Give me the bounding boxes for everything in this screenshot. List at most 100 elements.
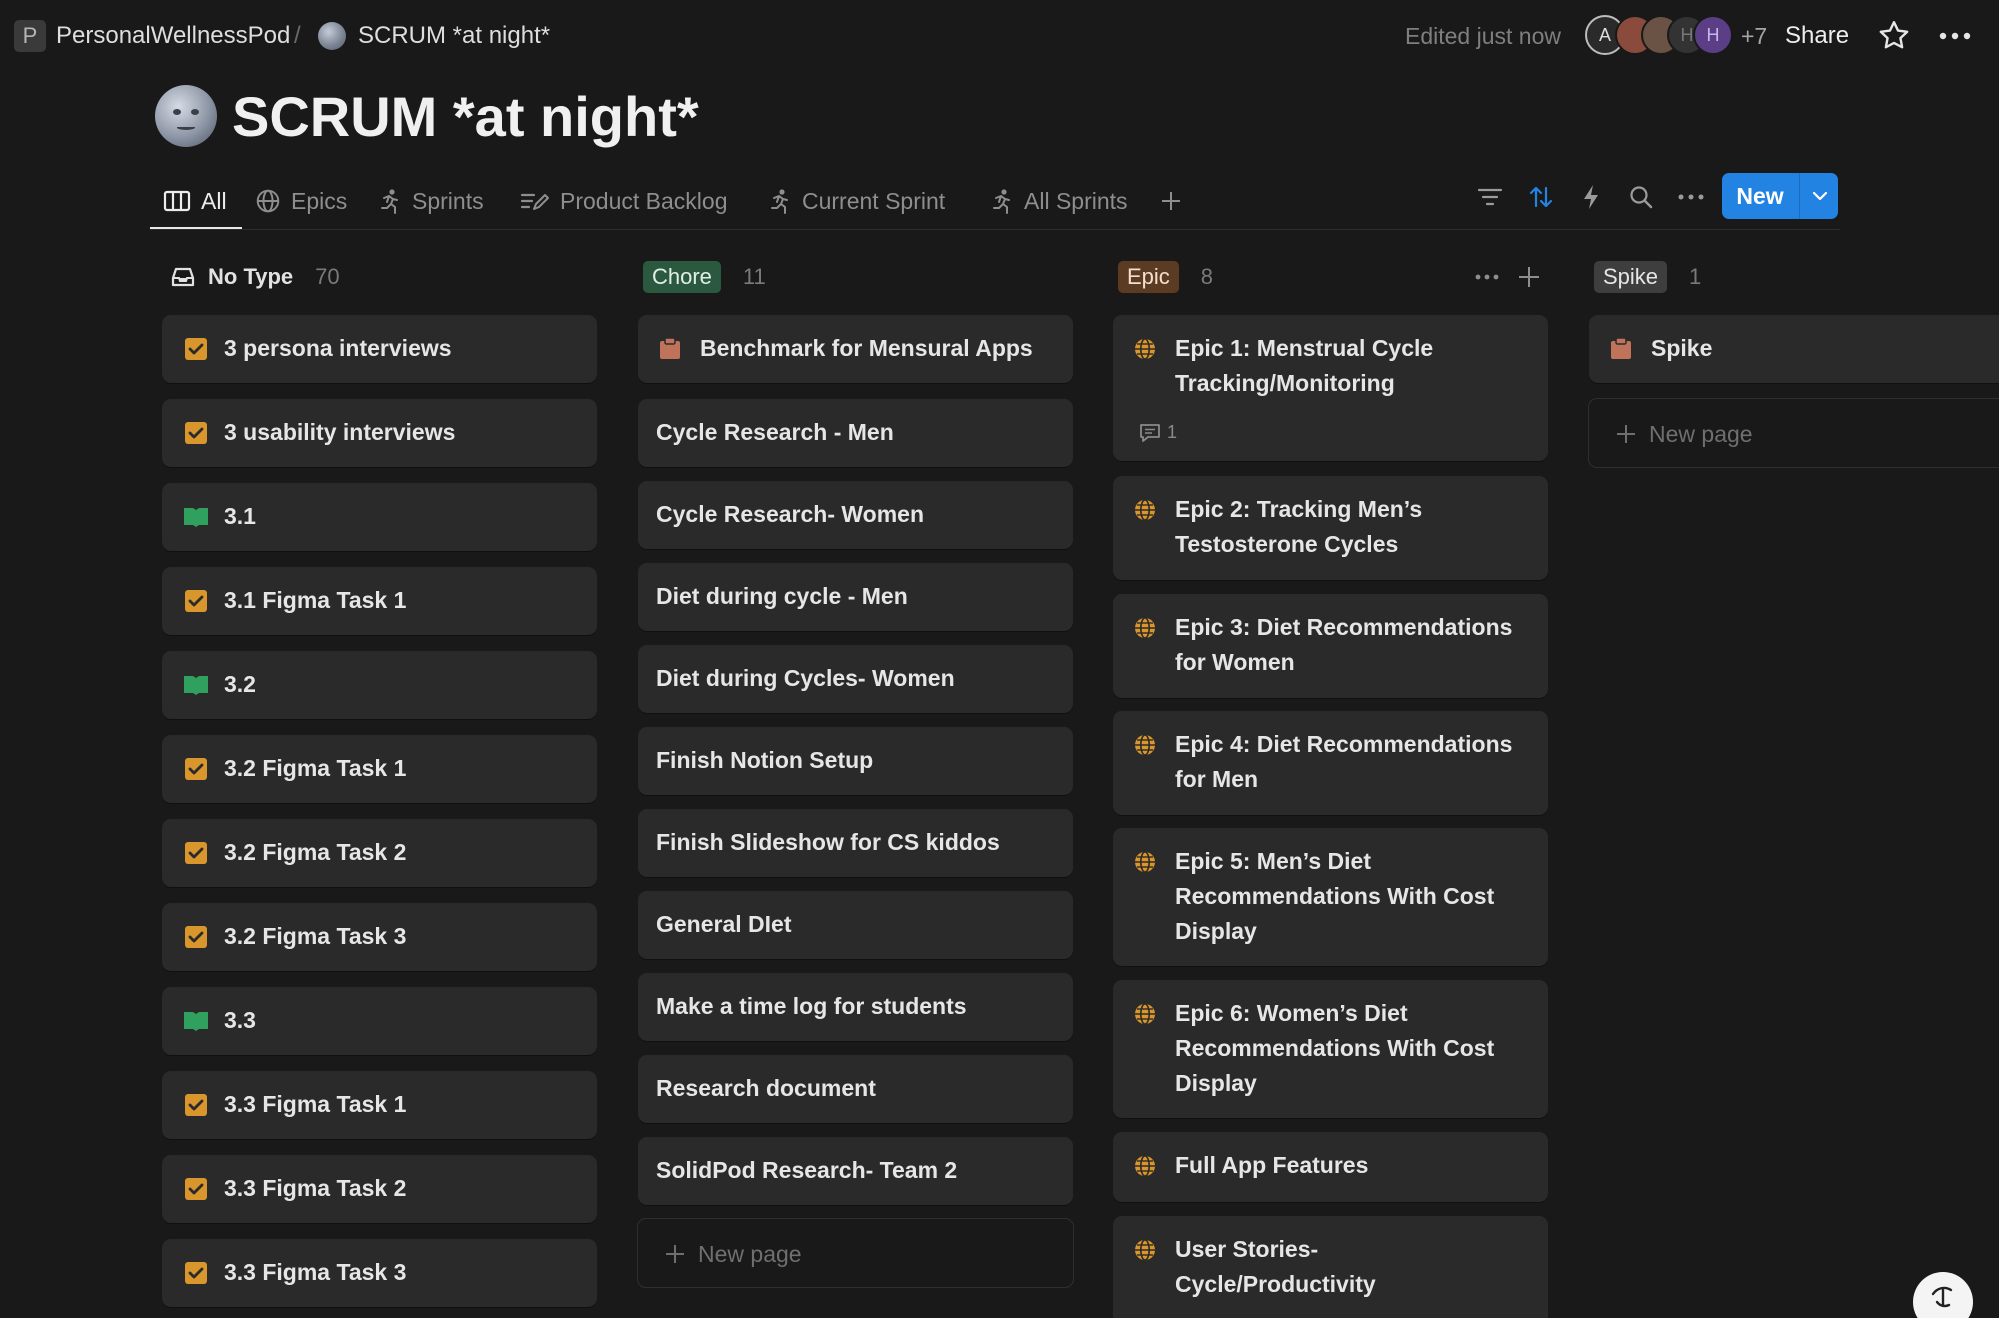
- board-card[interactable]: 3.3 Figma Task 2: [162, 1155, 597, 1223]
- board-card[interactable]: Make a time log for students: [638, 973, 1073, 1041]
- tab-label: Product Backlog: [560, 187, 728, 214]
- runner-icon: [771, 189, 788, 214]
- view-options-icon[interactable]: [1674, 180, 1708, 214]
- column-more-icon[interactable]: [1474, 262, 1500, 297]
- board-card[interactable]: Epic 5: Men’s Diet Recommendations With …: [1113, 828, 1548, 966]
- checkbox-icon[interactable]: [184, 337, 208, 361]
- board-card[interactable]: 3 persona interviews: [162, 315, 597, 383]
- column-count: 1: [1689, 264, 1702, 289]
- globe-icon: [256, 189, 280, 213]
- board-card[interactable]: 3.1 Figma Task 1: [162, 567, 597, 635]
- page-title[interactable]: SCRUM *at night*: [232, 84, 699, 150]
- board-card[interactable]: 3.2 Figma Task 1: [162, 735, 597, 803]
- column-header-epic[interactable]: Epic 8: [1118, 258, 1213, 296]
- checkbox-icon[interactable]: [184, 1093, 208, 1117]
- board-card[interactable]: 3 usability interviews: [162, 399, 597, 467]
- automation-icon[interactable]: [1574, 180, 1608, 214]
- top-bar: P PersonalWellnessPod / SCRUM *at night*…: [0, 0, 1999, 72]
- board-card[interactable]: 3.3 Figma Task 3: [162, 1239, 597, 1307]
- checkbox-icon[interactable]: [184, 757, 208, 781]
- board-card[interactable]: User Stories- Cycle/Productivity: [1113, 1216, 1548, 1318]
- new-page-button[interactable]: New page: [637, 1218, 1074, 1288]
- card-title: 3 persona interviews: [224, 335, 452, 361]
- board-card[interactable]: SolidPod Research- Team 2: [638, 1137, 1073, 1205]
- board-card[interactable]: General DIet: [638, 891, 1073, 959]
- board-card[interactable]: 3.2: [162, 651, 597, 719]
- board-card[interactable]: 3.2 Figma Task 3: [162, 903, 597, 971]
- add-view-button[interactable]: [1160, 180, 1182, 222]
- board-card[interactable]: Epic 3: Diet Recommendations for Women: [1113, 594, 1548, 698]
- tabs-divider: [150, 229, 1840, 230]
- checkbox-icon[interactable]: [184, 1177, 208, 1201]
- tab-all-sprints[interactable]: All Sprints: [990, 180, 1128, 222]
- column-count: 70: [315, 264, 340, 289]
- comment-count[interactable]: 1: [1139, 422, 1177, 443]
- sort-icon[interactable]: [1524, 180, 1558, 214]
- card-title: 3.2: [224, 671, 256, 697]
- column-title: No Type: [208, 264, 294, 289]
- card-title: Full App Features: [1175, 1152, 1369, 1178]
- board-card[interactable]: Full App Features: [1113, 1132, 1548, 1202]
- avatar[interactable]: H: [1693, 15, 1733, 55]
- column-header-no-type[interactable]: No Type 70: [170, 258, 340, 296]
- new-button[interactable]: New: [1722, 173, 1838, 219]
- card-title: 3.3 Figma Task 1: [224, 1091, 407, 1117]
- board-card[interactable]: Cycle Research - Men: [638, 399, 1073, 467]
- board-card[interactable]: Diet during cycle - Men: [638, 563, 1073, 631]
- board-card[interactable]: 3.1: [162, 483, 597, 551]
- card-title: General DIet: [656, 911, 792, 937]
- new-button-label[interactable]: New: [1722, 173, 1798, 219]
- inbox-icon: [171, 267, 195, 287]
- tab-epics[interactable]: Epics: [255, 180, 347, 222]
- board-card[interactable]: Epic 1: Menstrual Cycle Tracking/Monitor…: [1113, 315, 1548, 461]
- checkbox-icon[interactable]: [184, 841, 208, 865]
- search-icon[interactable]: [1624, 180, 1658, 214]
- board-card[interactable]: Research document: [638, 1055, 1073, 1123]
- column-header-chore[interactable]: Chore 11: [643, 258, 766, 296]
- tab-sprints[interactable]: Sprints: [378, 180, 484, 222]
- board-card[interactable]: 3.3: [162, 987, 597, 1055]
- tab-label: Epics: [291, 187, 348, 214]
- book-icon: [184, 1012, 208, 1031]
- board-card[interactable]: Epic 2: Tracking Men’s Testosterone Cycl…: [1113, 476, 1548, 580]
- globe-icon: [1135, 499, 1155, 521]
- more-collaborators-count[interactable]: +7: [1741, 20, 1767, 52]
- board-card[interactable]: 3.2 Figma Task 2: [162, 819, 597, 887]
- checkbox-icon[interactable]: [184, 925, 208, 949]
- breadcrumb-workspace[interactable]: PersonalWellnessPod: [56, 20, 290, 52]
- checkbox-icon[interactable]: [184, 421, 208, 445]
- tab-product-backlog[interactable]: Product Backlog: [520, 180, 727, 222]
- board-card[interactable]: Finish Slideshow for CS kiddos: [638, 809, 1073, 877]
- card-title: Finish Notion Setup: [656, 747, 874, 773]
- board-card[interactable]: Epic 6: Women’s Diet Recommendations Wit…: [1113, 980, 1548, 1118]
- board-card[interactable]: Finish Notion Setup: [638, 727, 1073, 795]
- checkbox-icon[interactable]: [184, 1261, 208, 1285]
- page-icon[interactable]: [155, 85, 217, 147]
- board-card[interactable]: Spike: [1589, 315, 1999, 383]
- new-page-button[interactable]: New page: [1588, 398, 1999, 468]
- tab-current-sprint[interactable]: Current Sprint: [768, 180, 945, 222]
- tab-label: All Sprints: [1024, 187, 1128, 214]
- clipboard-icon: [1611, 337, 1631, 359]
- more-options-icon[interactable]: [1935, 18, 1975, 54]
- board-card[interactable]: Cycle Research- Women: [638, 481, 1073, 549]
- board-card[interactable]: 3.3 Figma Task 1: [162, 1071, 597, 1139]
- globe-icon: [1135, 338, 1155, 360]
- share-button[interactable]: Share: [1785, 20, 1849, 52]
- help-button[interactable]: [1913, 1272, 1973, 1318]
- workspace-badge[interactable]: P: [14, 20, 46, 52]
- card-title: Epic 6: Women’s Diet Recommendations Wit…: [1175, 1000, 1495, 1096]
- filter-icon[interactable]: [1473, 180, 1507, 214]
- tab-all[interactable]: All: [163, 180, 227, 222]
- board-card[interactable]: Benchmark for Mensural Apps: [638, 315, 1073, 383]
- breadcrumb-page[interactable]: SCRUM *at night*: [358, 20, 550, 52]
- star-icon[interactable]: [1876, 18, 1912, 54]
- checkbox-icon[interactable]: [184, 589, 208, 613]
- column-add-icon[interactable]: [1516, 262, 1542, 297]
- board-card[interactable]: Diet during Cycles- Women: [638, 645, 1073, 713]
- plus-icon: [1617, 425, 1635, 443]
- column-header-spike[interactable]: Spike 1: [1594, 258, 1701, 296]
- card-title: 3.3 Figma Task 2: [224, 1175, 407, 1201]
- chevron-down-icon[interactable]: [1801, 173, 1838, 219]
- board-card[interactable]: Epic 4: Diet Recommendations for Men: [1113, 711, 1548, 815]
